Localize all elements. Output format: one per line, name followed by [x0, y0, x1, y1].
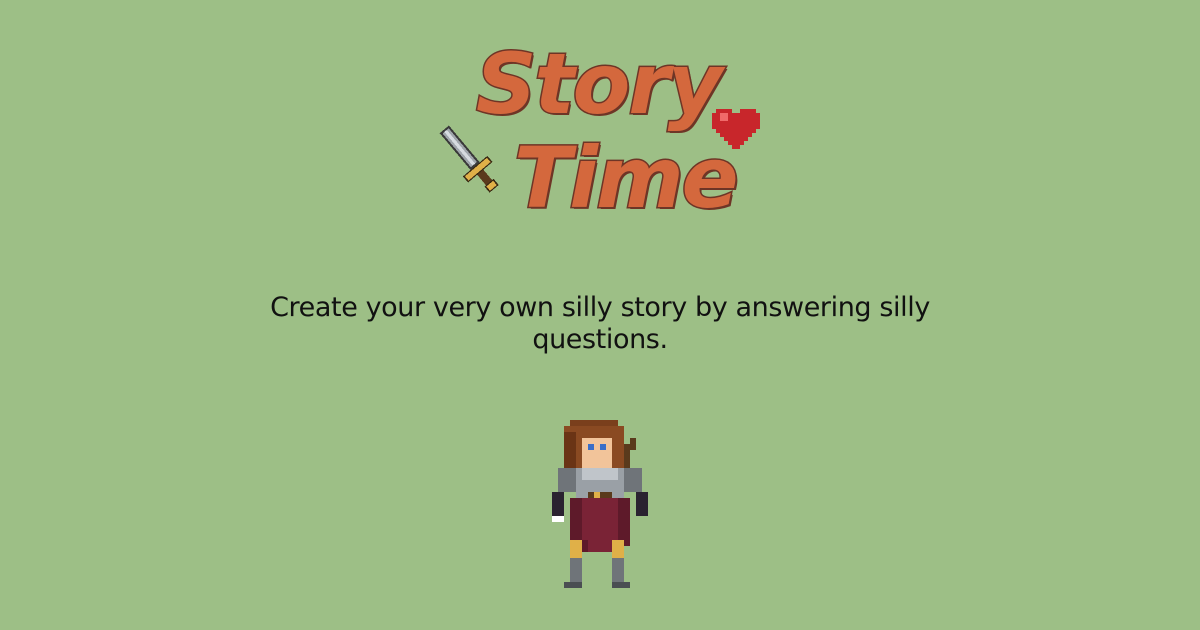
story-time-logo: Story Time	[430, 40, 770, 230]
logo-word-time: Time	[513, 129, 741, 227]
tagline: Create your very own silly story by answ…	[270, 292, 930, 355]
landing-page: Story Time Create your very own silly st…	[0, 0, 1200, 630]
warrior-character	[552, 420, 648, 588]
logo-word-story: Story	[475, 35, 725, 133]
heart-icon	[712, 109, 760, 149]
